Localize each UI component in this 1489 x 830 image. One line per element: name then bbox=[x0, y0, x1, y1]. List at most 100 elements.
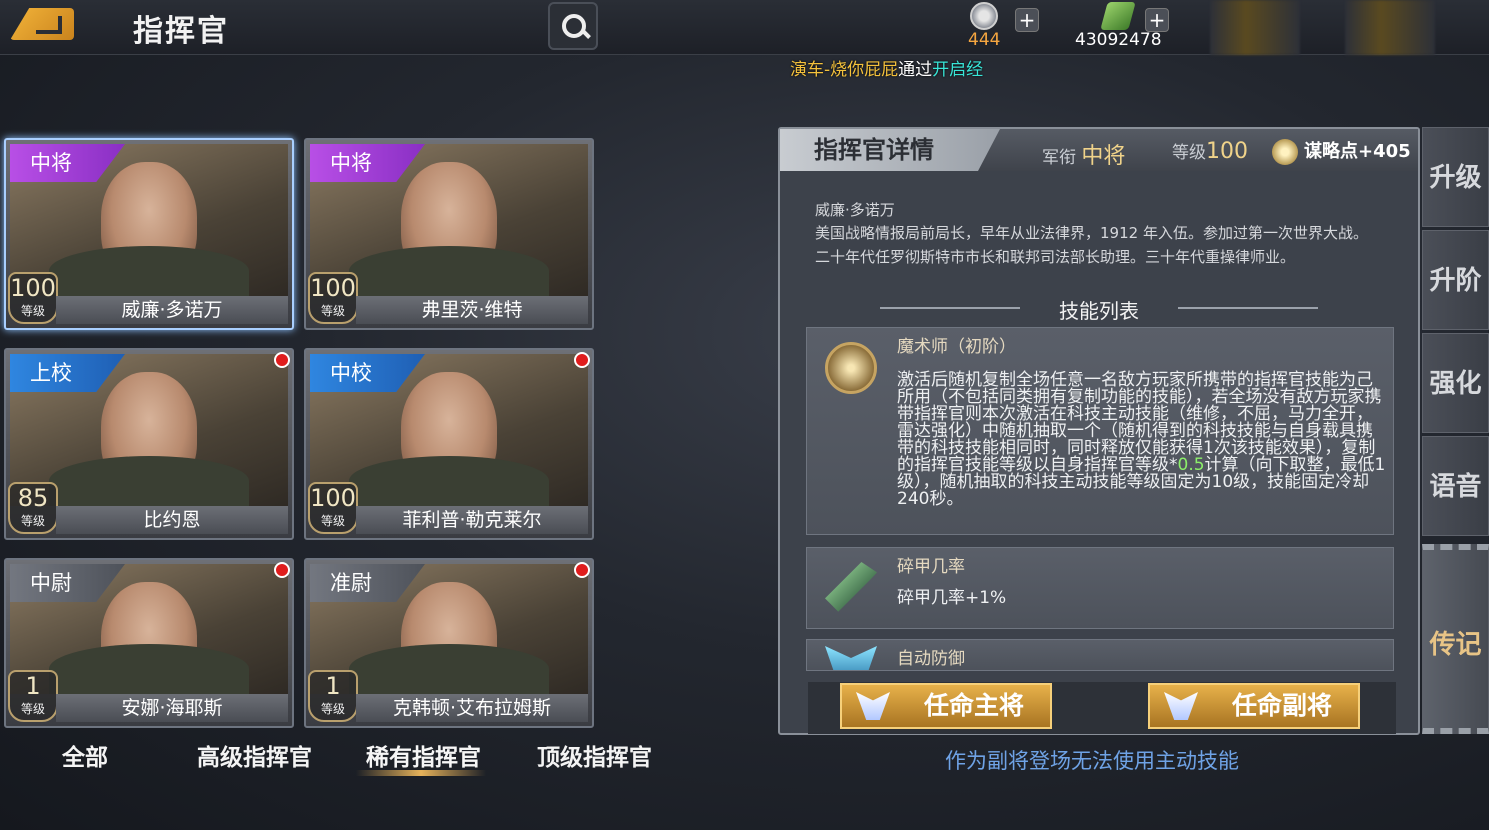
rank-value: 中将 bbox=[1081, 144, 1126, 169]
level-label: 等级 bbox=[320, 514, 345, 528]
medal-count: 444 bbox=[968, 30, 1001, 50]
level-badge: 100 等级 bbox=[8, 272, 58, 324]
strategy-value: 谋略点+405 bbox=[1304, 141, 1411, 162]
cash-icon bbox=[1100, 2, 1137, 30]
appoint-main-label: 任命主将 bbox=[923, 691, 1024, 720]
level-label: 等级 bbox=[20, 304, 45, 318]
compass-icon bbox=[825, 342, 877, 394]
skill-card[interactable]: 碎甲几率 碎甲几率+1% bbox=[806, 547, 1394, 629]
notification-dot bbox=[274, 352, 290, 368]
detail-title: 指挥官详情 bbox=[780, 129, 1000, 171]
bio-text: 美国战略情报局前局长，早年从业法律界，1912 年入伍。参加过第一次世界大战。二… bbox=[815, 224, 1368, 266]
side-tab-upgrade[interactable]: 升级 bbox=[1422, 127, 1489, 227]
side-tab-biography[interactable]: 传记 bbox=[1422, 544, 1489, 734]
tab-rare[interactable]: 稀有指挥官 bbox=[366, 738, 481, 772]
appoint-sub-button[interactable]: 任命副将 bbox=[1148, 683, 1360, 729]
commander-card[interactable]: 中尉 1 等级 安娜·海耶斯 bbox=[4, 558, 294, 728]
portrait-uniform bbox=[349, 456, 549, 506]
commander-name: 克韩顿·艾布拉姆斯 bbox=[356, 694, 588, 722]
guild-emblem[interactable] bbox=[1345, 0, 1435, 55]
commander-name: 菲利普·勒克莱尔 bbox=[356, 506, 588, 534]
level-label: 等级 bbox=[20, 514, 45, 528]
player-avatar[interactable] bbox=[1210, 0, 1300, 55]
level-badge: 85 等级 bbox=[8, 482, 58, 534]
commander-detail-panel: 指挥官详情 军衔 中将 等级100 谋略点+405 威廉·多诺万 美国战略情报局… bbox=[778, 127, 1420, 735]
notification-dot bbox=[274, 562, 290, 578]
side-tab-enhance[interactable]: 强化 bbox=[1422, 333, 1489, 433]
commander-card[interactable]: 中将 100 等级 弗里茨·维特 bbox=[304, 138, 594, 330]
active-tab-indicator bbox=[356, 770, 486, 776]
skill-name: 碎甲几率 bbox=[897, 557, 965, 577]
detail-header: 指挥官详情 军衔 中将 等级100 谋略点+405 bbox=[780, 129, 1418, 171]
skill-name: 自动防御 bbox=[897, 649, 965, 669]
level-label: 等级 bbox=[20, 702, 45, 716]
broadcast-ticker: 演车-烧你屁屁通过开启经 bbox=[790, 55, 983, 80]
wings-icon bbox=[856, 692, 890, 720]
level-number: 100 bbox=[310, 484, 356, 512]
skills-title: 技能列表 bbox=[780, 295, 1418, 324]
side-tab-promote[interactable]: 升阶 bbox=[1422, 230, 1489, 330]
commander-name: 比约恩 bbox=[56, 506, 288, 534]
add-medal-button[interactable]: + bbox=[1015, 8, 1039, 32]
strategy-points: 谋略点+405 bbox=[1272, 137, 1411, 165]
level-number: 100 bbox=[10, 274, 56, 302]
portrait-uniform bbox=[49, 644, 249, 694]
tab-top[interactable]: 顶级指挥官 bbox=[537, 738, 652, 772]
tab-all[interactable]: 全部 bbox=[62, 738, 108, 772]
shield-icon bbox=[825, 646, 877, 670]
deputy-note: 作为副将登场无法使用主动技能 bbox=[945, 749, 1239, 773]
portrait-uniform bbox=[349, 644, 549, 694]
filter-tabs: 全部 高级指挥官 稀有指挥官 顶级指挥官 bbox=[0, 728, 700, 788]
skill-description: 碎甲几率+1% bbox=[897, 588, 1007, 608]
commander-name: 弗里茨·维特 bbox=[356, 296, 588, 324]
notification-dot bbox=[574, 352, 590, 368]
level-info: 等级100 bbox=[1172, 138, 1248, 164]
wings-icon bbox=[1164, 692, 1198, 720]
medal-icon bbox=[970, 2, 999, 30]
skill-card[interactable]: 魔术师（初阶） 激活后随机复制全场任意一名敌方玩家所携带的指挥官技能为己所用（不… bbox=[806, 327, 1394, 535]
side-tab-voice[interactable]: 语音 bbox=[1422, 436, 1489, 536]
portrait-uniform bbox=[349, 246, 549, 296]
level-number: 85 bbox=[17, 484, 49, 512]
level-label: 等级 bbox=[320, 702, 345, 716]
ticker-action: 开启经 bbox=[932, 60, 984, 80]
tab-senior[interactable]: 高级指挥官 bbox=[197, 738, 312, 772]
commander-card[interactable]: 中将 100 等级 威廉·多诺万 bbox=[4, 138, 294, 330]
level-number: 1 bbox=[325, 672, 341, 700]
commander-card[interactable]: 中校 100 等级 菲利普·勒克莱尔 bbox=[304, 348, 594, 540]
commander-name: 安娜·海耶斯 bbox=[56, 694, 288, 722]
level-label: 等级 bbox=[320, 304, 345, 318]
level-value: 100 bbox=[1206, 139, 1248, 164]
portrait-uniform bbox=[49, 246, 249, 296]
level-badge: 100 等级 bbox=[308, 272, 358, 324]
appoint-sub-label: 任命副将 bbox=[1231, 691, 1332, 720]
strategy-icon bbox=[1272, 139, 1298, 165]
rifle-icon bbox=[825, 562, 877, 614]
level-number: 100 bbox=[310, 274, 356, 302]
top-bar: 指挥官 444 + 43092478 + bbox=[0, 0, 1489, 55]
skill-card[interactable]: 自动防御 bbox=[806, 639, 1394, 671]
ticker-player: 演车-烧你屁屁 bbox=[790, 60, 899, 80]
level-badge: 100 等级 bbox=[308, 482, 358, 534]
commander-card[interactable]: 准尉 1 等级 克韩顿·艾布拉姆斯 bbox=[304, 558, 594, 728]
notification-dot bbox=[574, 562, 590, 578]
level-number: 1 bbox=[25, 672, 41, 700]
skill-description: 激活后随机复制全场任意一名敌方玩家所携带的指挥官技能为己所用（不包括同类拥有复制… bbox=[897, 372, 1387, 508]
level-badge: 1 等级 bbox=[308, 670, 358, 722]
skill-name: 魔术师（初阶） bbox=[897, 337, 1016, 357]
level-label: 等级 bbox=[1172, 143, 1206, 163]
search-button[interactable] bbox=[548, 2, 598, 50]
bio-name: 威廉·多诺万 bbox=[815, 201, 895, 219]
rank-label: 军衔 bbox=[1042, 148, 1076, 168]
level-badge: 1 等级 bbox=[8, 670, 58, 722]
appoint-main-button[interactable]: 任命主将 bbox=[840, 683, 1052, 729]
commander-card[interactable]: 上校 85 等级 比约恩 bbox=[4, 348, 294, 540]
add-cash-button[interactable]: + bbox=[1145, 8, 1169, 32]
ticker-mid: 通过 bbox=[898, 60, 933, 80]
medal-resource: 444 bbox=[968, 2, 1000, 50]
back-button[interactable] bbox=[10, 8, 74, 40]
rank-info: 军衔 中将 bbox=[1042, 138, 1125, 170]
commander-name: 威廉·多诺万 bbox=[56, 296, 288, 324]
page-title: 指挥官 bbox=[133, 14, 229, 49]
portrait-uniform bbox=[49, 456, 249, 506]
